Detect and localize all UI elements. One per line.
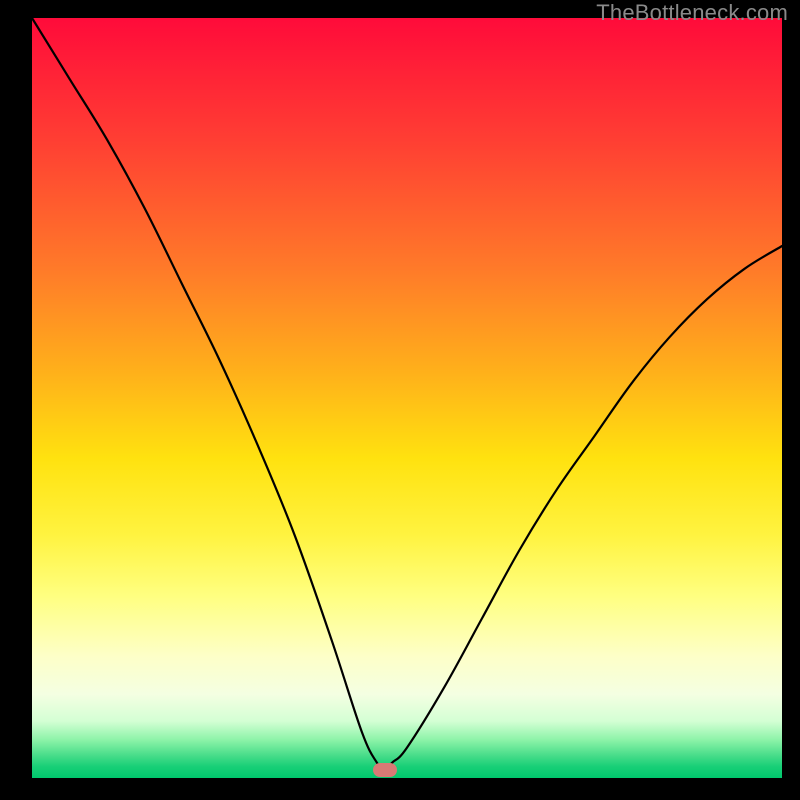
plot-area [32, 18, 782, 778]
optimum-marker [373, 763, 397, 777]
bottleneck-curve [32, 18, 782, 778]
chart-frame: TheBottleneck.com [0, 0, 800, 800]
watermark-text: TheBottleneck.com [596, 0, 788, 26]
